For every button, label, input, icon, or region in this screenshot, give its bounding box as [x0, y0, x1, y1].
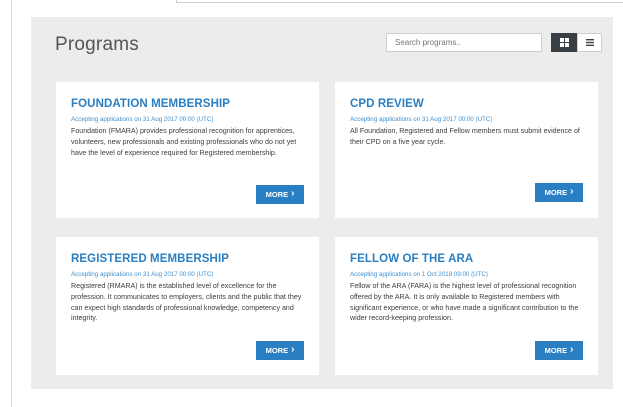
more-label: MORE: [544, 188, 568, 197]
program-card-fellow: FELLOW OF THE ARA Accepting applications…: [335, 237, 598, 375]
more-button[interactable]: MORE ›: [535, 341, 583, 360]
more-button[interactable]: MORE ›: [535, 183, 583, 202]
card-title[interactable]: CPD REVIEW: [350, 98, 583, 110]
card-title[interactable]: FELLOW OF THE ARA: [350, 253, 583, 265]
more-label: MORE: [265, 190, 289, 199]
more-label: MORE: [544, 346, 568, 355]
card-meta: Accepting applications on 1 Oct 2018 09:…: [350, 271, 488, 278]
left-divider: [11, 0, 12, 407]
more-button[interactable]: MORE ›: [256, 341, 304, 360]
more-label: MORE: [265, 346, 289, 355]
card-meta: Accepting applications on 31 Aug 2017 00…: [71, 116, 214, 123]
more-button[interactable]: MORE ›: [256, 185, 304, 204]
search-input[interactable]: [386, 33, 542, 52]
card-title[interactable]: FOUNDATION MEMBERSHIP: [71, 98, 304, 110]
program-card-registered: REGISTERED MEMBERSHIP Accepting applicat…: [56, 237, 319, 375]
card-description: Registered (RMARA) is the established le…: [71, 282, 302, 323]
chevron-right-icon: ›: [570, 186, 574, 197]
card-description: Foundation (FMARA) provides professional…: [71, 127, 297, 157]
top-input-edge: [176, 0, 623, 3]
page-title: Programs: [55, 34, 139, 55]
card-meta: Accepting applications on 31 Aug 2017 00…: [71, 271, 214, 278]
card-description: Fellow of the ARA (FARA) is the highest …: [350, 282, 579, 323]
list-view-button[interactable]: [577, 33, 602, 52]
card-title[interactable]: REGISTERED MEMBERSHIP: [71, 253, 304, 265]
chevron-right-icon: ›: [291, 344, 295, 355]
chevron-right-icon: ›: [291, 188, 295, 199]
program-card-foundation: FOUNDATION MEMBERSHIP Accepting applicat…: [56, 82, 319, 218]
program-card-cpd-review: CPD REVIEW Accepting applications on 31 …: [335, 82, 598, 218]
card-description: All Foundation, Registered and Fellow me…: [350, 127, 580, 146]
top-divider: [0, 0, 176, 1]
programs-panel: Programs FOUNDATION MEMBERSHIP Accepting…: [31, 17, 613, 389]
card-meta: Accepting applications on 31 Aug 2017 00…: [350, 116, 493, 123]
grid-icon: [559, 38, 569, 47]
grid-view-button[interactable]: [551, 33, 577, 52]
list-icon: [585, 39, 594, 46]
chevron-right-icon: ›: [570, 344, 574, 355]
